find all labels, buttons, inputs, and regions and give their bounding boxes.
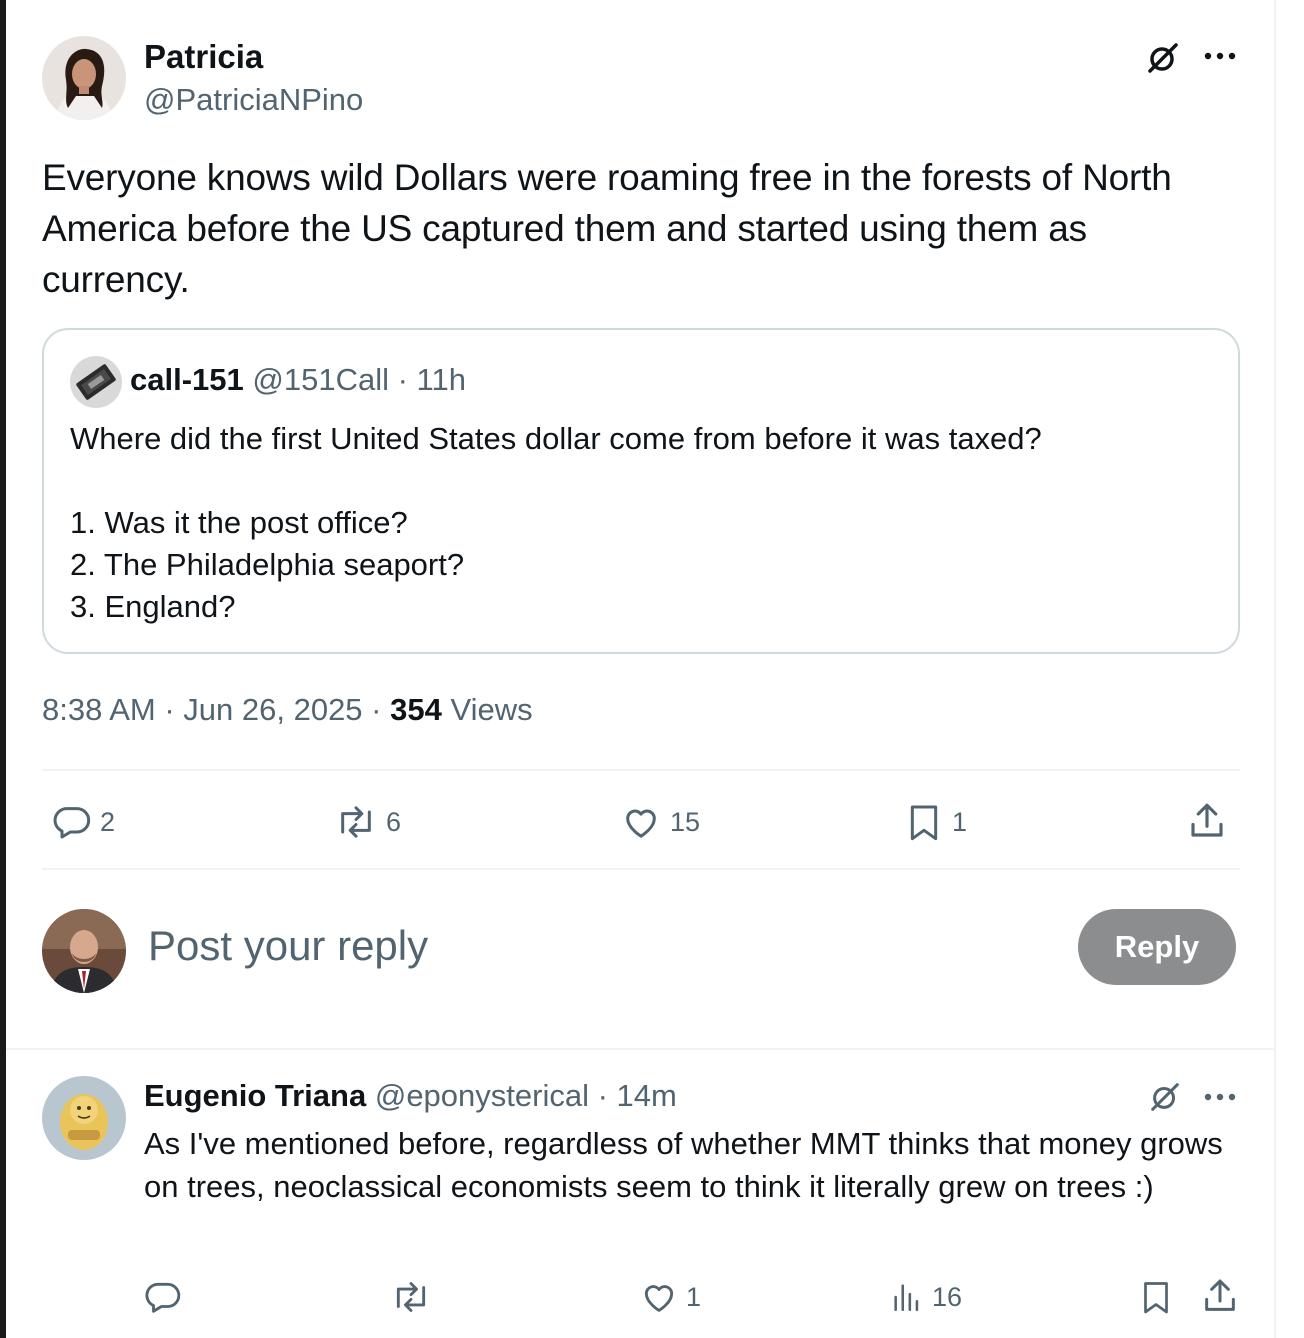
post-timestamp[interactable]: 8:38 AM · Jun 26, 2025 · [42, 692, 382, 727]
more-icon[interactable] [1200, 40, 1240, 72]
reply-repost-button[interactable] [390, 1278, 440, 1316]
divider [42, 868, 1240, 870]
reply-share-button[interactable] [1200, 1276, 1240, 1316]
quoted-author-avatar [70, 356, 122, 408]
grok-icon[interactable] [1143, 38, 1183, 78]
reply-icon [53, 807, 91, 839]
repost-icon [341, 806, 371, 838]
quoted-header: call-151 @151Call · 11h [130, 362, 466, 398]
heart-icon [626, 809, 656, 838]
user-avatar[interactable] [42, 909, 126, 993]
views-icon [894, 1284, 919, 1312]
quoted-post[interactable]: call-151 @151Call · 11h Where did the fi… [42, 328, 1240, 654]
reply-text: As I've mentioned before, regardless of … [144, 1126, 1223, 1204]
like-button[interactable]: 15 [620, 802, 700, 842]
timeline-border [1274, 0, 1276, 1338]
reply-reply-button[interactable] [144, 1278, 190, 1316]
share-icon [1191, 803, 1223, 837]
list-item: 2. The Philadelphia seaport? [70, 547, 465, 582]
reply-count: 2 [100, 806, 116, 837]
post-meta: 8:38 AM · Jun 26, 2025 · 354 Views [42, 692, 533, 728]
window-edge [0, 0, 6, 1338]
reply-icon [145, 1282, 181, 1313]
reply-author-avatar[interactable] [42, 1076, 126, 1160]
reply-handle-time[interactable]: @eponysterical · 14m [375, 1078, 677, 1113]
reply-views-count: 16 [932, 1281, 963, 1312]
reply-header: Eugenio Triana @eponysterical · 14m [144, 1078, 677, 1114]
reply-views-button[interactable]: 16 [890, 1278, 962, 1316]
bookmark-count: 1 [952, 806, 968, 837]
views-count: 354 [390, 692, 442, 727]
repost-count: 6 [386, 806, 402, 837]
like-count: 15 [670, 806, 701, 837]
share-icon [1205, 1279, 1235, 1311]
share-button[interactable] [1186, 800, 1228, 842]
reply-input[interactable]: Post your reply [148, 922, 428, 970]
divider [42, 769, 1240, 771]
author-name[interactable]: Patricia [144, 38, 263, 76]
author-handle[interactable]: @PatriciaNPino [144, 82, 363, 118]
heart-icon [644, 1285, 674, 1312]
reply-like-button[interactable]: 1 [640, 1278, 701, 1316]
quoted-list: 1. Was it the post office? 2. The Philad… [70, 502, 464, 628]
quoted-handle-time: @151Call · 11h [252, 362, 466, 397]
grok-icon[interactable] [1146, 1078, 1184, 1116]
more-icon[interactable] [1200, 1082, 1240, 1112]
bookmark-icon [1144, 1282, 1168, 1314]
quoted-text: Where did the first United States dollar… [70, 421, 1042, 456]
views-label: Views [450, 692, 533, 727]
reply-like-count: 1 [686, 1281, 702, 1312]
post-text: Everyone knows wild Dollars were roaming… [42, 157, 1172, 300]
divider [6, 1048, 1274, 1050]
reply-button[interactable]: 2 [52, 802, 115, 842]
reply-submit-button[interactable]: Reply [1078, 909, 1236, 985]
repost-button[interactable]: 6 [334, 802, 401, 842]
author-avatar[interactable] [42, 36, 126, 120]
list-item: 3. England? [70, 589, 236, 624]
reply-bookmark-button[interactable] [1138, 1278, 1174, 1316]
list-item: 1. Was it the post office? [70, 505, 408, 540]
bookmark-button[interactable]: 1 [904, 802, 967, 842]
repost-icon [396, 1282, 426, 1312]
quoted-author-name[interactable]: call-151 [130, 362, 244, 397]
bookmark-icon [910, 805, 938, 841]
reply-author-name[interactable]: Eugenio Triana [144, 1078, 366, 1113]
